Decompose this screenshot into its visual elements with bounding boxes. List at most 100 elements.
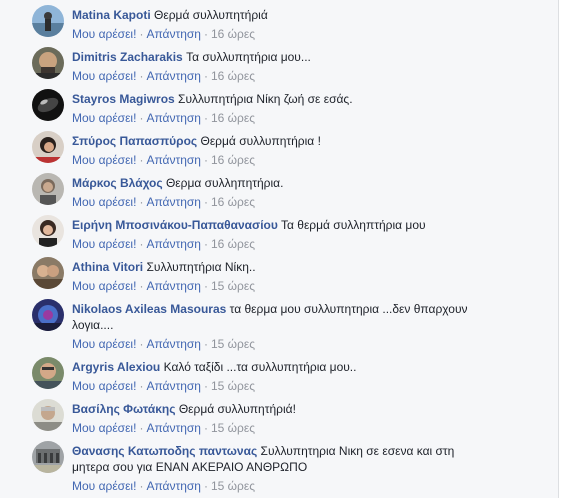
like-link[interactable]: Μου αρέσει!	[72, 153, 136, 167]
timestamp[interactable]: 16 ώρες	[211, 237, 255, 251]
separator-dot: ·	[139, 153, 144, 167]
comment-body: Nikolaos Axileas Masouras τα θερμα μου σ…	[72, 301, 492, 352]
comment-text: Συλλυπητήρια Νίκη..	[146, 260, 256, 274]
comment-actions: Μου αρέσει! · Απάντηση · 16 ώρες	[72, 194, 492, 210]
reply-link[interactable]: Απάντηση	[146, 421, 201, 435]
commenter-name[interactable]: Argyris Alexiou	[72, 360, 160, 374]
like-link[interactable]: Μου αρέσει!	[72, 195, 136, 209]
commenter-name[interactable]: Σπύρος Παπασπύρος	[72, 134, 197, 148]
comment-text: Τα συλλυπητήρια μου...	[186, 50, 311, 64]
comment-text: Θερμά συλλυπητήριά!	[178, 402, 296, 416]
like-link[interactable]: Μου αρέσει!	[72, 69, 136, 83]
like-link[interactable]: Μου αρέσει!	[72, 27, 136, 41]
comment-body: Athina Vitori Συλλυπητήρια Νίκη.. Μου αρ…	[72, 259, 492, 294]
reply-link[interactable]: Απάντηση	[146, 111, 201, 125]
separator-dot: ·	[203, 27, 208, 41]
avatar[interactable]	[32, 89, 64, 121]
like-link[interactable]: Μου αρέσει!	[72, 279, 136, 293]
reply-link[interactable]: Απάντηση	[146, 479, 201, 493]
separator-dot: ·	[139, 69, 144, 83]
like-link[interactable]: Μου αρέσει!	[72, 479, 136, 493]
reply-link[interactable]: Απάντηση	[146, 153, 201, 167]
page-background	[559, 0, 576, 498]
reply-link[interactable]: Απάντηση	[146, 27, 201, 41]
timestamp[interactable]: 16 ώρες	[211, 69, 255, 83]
timestamp[interactable]: 15 ώρες	[211, 479, 255, 493]
comment-text: Συλλυπητήρια Νίκη ζωή σε εσάς.	[178, 92, 353, 106]
comment-actions: Μου αρέσει! · Απάντηση · 15 ώρες	[72, 478, 492, 494]
avatar[interactable]	[32, 299, 64, 331]
timestamp[interactable]: 16 ώρες	[211, 111, 255, 125]
comment-actions: Μου αρέσει! · Απάντηση · 15 ώρες	[72, 336, 492, 352]
timestamp[interactable]: 16 ώρες	[211, 153, 255, 167]
separator-dot: ·	[139, 279, 144, 293]
separator-dot: ·	[203, 337, 208, 351]
comment-body: Σπύρος Παπασπύρος Θερμά συλλυπητήρια ! Μ…	[72, 133, 492, 168]
reply-link[interactable]: Απάντηση	[146, 69, 201, 83]
comment-actions: Μου αρέσει! · Απάντηση · 16 ώρες	[72, 68, 492, 84]
reply-link[interactable]: Απάντηση	[146, 195, 201, 209]
comment-actions: Μου αρέσει! · Απάντηση · 16 ώρες	[72, 26, 492, 42]
avatar[interactable]	[32, 47, 64, 79]
comment-actions: Μου αρέσει! · Απάντηση · 16 ώρες	[72, 236, 492, 252]
timestamp[interactable]: 15 ώρες	[211, 337, 255, 351]
comment-body: Θανασης Κατωποδης παντωνας Συλλυπητηρια …	[72, 443, 492, 494]
reply-link[interactable]: Απάντηση	[146, 379, 201, 393]
avatar[interactable]	[32, 441, 64, 473]
separator-dot: ·	[139, 421, 144, 435]
separator-dot: ·	[203, 421, 208, 435]
avatar[interactable]	[32, 399, 64, 431]
commenter-name[interactable]: Θανασης Κατωποδης παντωνας	[72, 444, 257, 458]
commenter-name[interactable]: Matina Kapoti	[72, 8, 151, 22]
avatar[interactable]	[32, 131, 64, 163]
timestamp[interactable]: 16 ώρες	[211, 27, 255, 41]
comment-body: Dimitris Zacharakis Τα συλλυπητήρια μου.…	[72, 49, 492, 84]
reply-link[interactable]: Απάντηση	[146, 337, 201, 351]
separator-dot: ·	[139, 479, 144, 493]
commenter-name[interactable]: Μάρκος Βλάχος	[72, 176, 163, 190]
comment-text: Θερμα συλληπητήρια.	[165, 176, 284, 190]
comment-text: Καλό ταξίδι ...τα συλλυπητήρια μου..	[163, 360, 357, 374]
separator-dot: ·	[139, 337, 144, 351]
comment-body: Μάρκος Βλάχος Θερμα συλληπητήρια. Μου αρ…	[72, 175, 492, 210]
comment-text: Θερμά συλλυπητήρια !	[200, 134, 321, 148]
separator-dot: ·	[203, 279, 208, 293]
like-link[interactable]: Μου αρέσει!	[72, 379, 136, 393]
avatar[interactable]	[32, 173, 64, 205]
separator-dot: ·	[139, 27, 144, 41]
separator-dot: ·	[139, 111, 144, 125]
timestamp[interactable]: 15 ώρες	[211, 379, 255, 393]
timestamp[interactable]: 15 ώρες	[211, 279, 255, 293]
avatar[interactable]	[32, 5, 64, 37]
commenter-name[interactable]: Ειρήνη Μποσινάκου-Παπαθανασίου	[72, 218, 278, 232]
separator-dot: ·	[203, 69, 208, 83]
comment-body: Βασίλης Φωτάκης Θερμά συλλυπητήριά! Μου …	[72, 401, 492, 436]
reply-link[interactable]: Απάντηση	[146, 237, 201, 251]
commenter-name[interactable]: Nikolaos Axileas Masouras	[72, 302, 226, 316]
like-link[interactable]: Μου αρέσει!	[72, 237, 136, 251]
comment-actions: Μου αρέσει! · Απάντηση · 15 ώρες	[72, 378, 492, 394]
commenter-name[interactable]: Βασίλης Φωτάκης	[72, 402, 175, 416]
avatar[interactable]	[32, 357, 64, 389]
comment-actions: Μου αρέσει! · Απάντηση · 16 ώρες	[72, 110, 492, 126]
like-link[interactable]: Μου αρέσει!	[72, 111, 136, 125]
comment-actions: Μου αρέσει! · Απάντηση · 15 ώρες	[72, 278, 492, 294]
comment-body: Stayros Magiwros Συλλυπητήρια Νίκη ζωή σ…	[72, 91, 492, 126]
separator-dot: ·	[203, 195, 208, 209]
like-link[interactable]: Μου αρέσει!	[72, 421, 136, 435]
commenter-name[interactable]: Dimitris Zacharakis	[72, 50, 183, 64]
separator-dot: ·	[203, 479, 208, 493]
reply-link[interactable]: Απάντηση	[146, 279, 201, 293]
separator-dot: ·	[139, 237, 144, 251]
timestamp[interactable]: 16 ώρες	[211, 195, 255, 209]
timestamp[interactable]: 15 ώρες	[211, 421, 255, 435]
avatar[interactable]	[32, 257, 64, 289]
separator-dot: ·	[139, 195, 144, 209]
comment-actions: Μου αρέσει! · Απάντηση · 15 ώρες	[72, 420, 492, 436]
commenter-name[interactable]: Stayros Magiwros	[72, 92, 175, 106]
like-link[interactable]: Μου αρέσει!	[72, 337, 136, 351]
avatar[interactable]	[32, 215, 64, 247]
commenter-name[interactable]: Athina Vitori	[72, 260, 143, 274]
separator-dot: ·	[203, 379, 208, 393]
comment-body: Matina Kapoti Θερμά συλλυπητήριά Μου αρέ…	[72, 7, 492, 42]
